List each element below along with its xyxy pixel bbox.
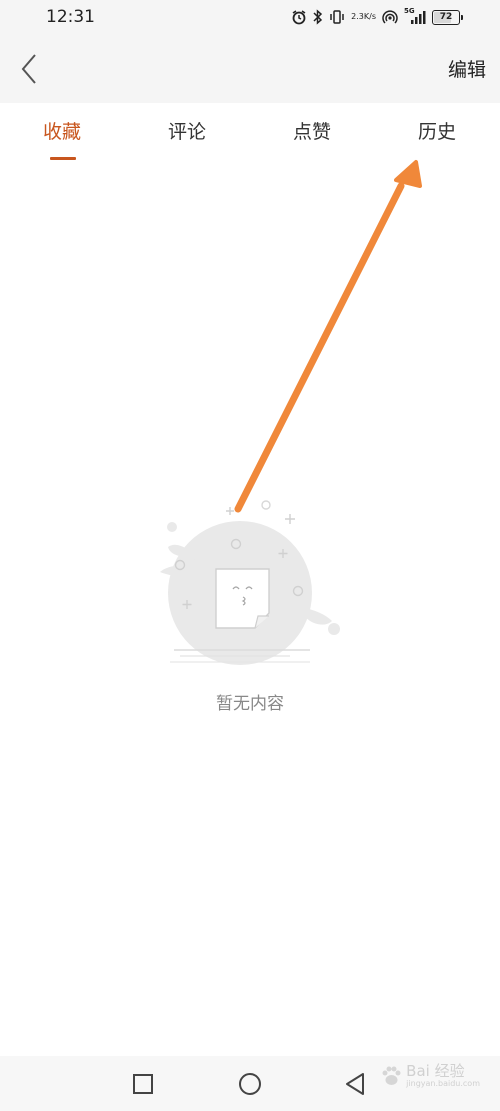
vibrate-icon (329, 10, 345, 24)
triangle-back-icon (346, 1073, 364, 1095)
tab-likes[interactable]: 点赞 (262, 117, 362, 144)
hotspot-icon (382, 9, 398, 25)
paw-logo-icon (382, 1066, 401, 1085)
square-icon (133, 1074, 153, 1094)
signal-label: 5G (404, 7, 415, 15)
signal-icon: 5G (404, 7, 426, 25)
net-speed: 2.3 K/s (351, 12, 376, 21)
chevron-left-icon (21, 54, 36, 84)
battery-icon: 72 (432, 9, 463, 25)
recent-apps-button[interactable] (128, 1069, 158, 1099)
tab-comments[interactable]: 评论 (137, 117, 237, 144)
bluetooth-icon (313, 9, 323, 25)
tab-favorites[interactable]: 收藏 (12, 117, 112, 144)
status-time: 12:31 (46, 7, 95, 27)
watermark-subtext: jingyan.baidu.com (406, 1078, 480, 1088)
alarm-icon (291, 9, 307, 25)
status-icons: 2.3 K/s 5G 72 (291, 6, 463, 28)
home-button[interactable] (235, 1069, 265, 1099)
baidu-watermark: Bai 经验 jingyan.baidu.com (380, 1063, 480, 1088)
tab-bar: 收藏 评论 点赞 历史 (0, 103, 500, 165)
active-tab-indicator (50, 157, 76, 160)
empty-document-icon (215, 568, 270, 629)
empty-state-illustration (150, 497, 350, 672)
battery-level: 72 (439, 12, 453, 22)
nav-back-button[interactable] (340, 1069, 370, 1099)
tab-history[interactable]: 历史 (387, 117, 487, 144)
back-button[interactable] (14, 52, 44, 86)
empty-state-message: 暂无内容 (216, 694, 284, 714)
watermark-text: Bai 经验 (406, 1062, 465, 1080)
top-bar: 12:31 2.3 K/s 5G 72 编辑 (0, 0, 500, 103)
edit-button[interactable]: 编辑 (448, 55, 486, 82)
circle-icon (239, 1073, 261, 1095)
